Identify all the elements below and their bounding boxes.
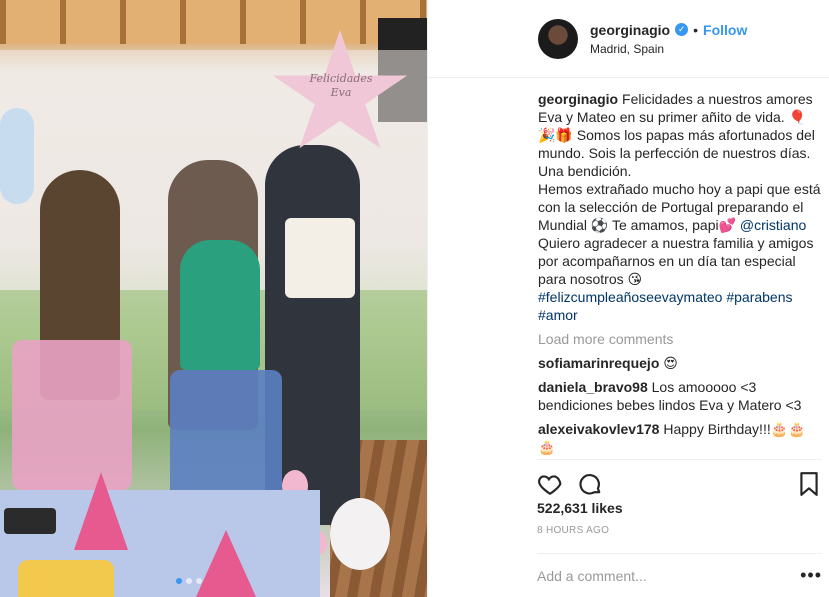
mention-link[interactable]: @cristiano (740, 217, 806, 233)
header-info: georginagio ✓ • Follow Madrid, Spain (590, 22, 747, 56)
photo-highchair (12, 340, 132, 490)
bookmark-icon[interactable] (796, 471, 822, 497)
hashtags[interactable]: #felizcumpleañoseevaymateo #parabens #am… (538, 288, 823, 324)
comments-list: georginagio Felicidades a nuestros amore… (538, 90, 823, 455)
follow-button[interactable]: Follow (703, 22, 747, 38)
comment: alexeivakovlev178 Happy Birthday!!!🎂🎂🎂 (538, 420, 823, 455)
photo-phone (4, 508, 56, 534)
bullet-separator: • (693, 21, 699, 38)
header-row: georginagio ✓ • Follow (590, 22, 747, 38)
balloon-text: Felicidades Eva (309, 72, 373, 100)
comment-username[interactable]: alexeivakovlev178 (538, 421, 659, 437)
post-timestamp: 8 HOURS AGO (537, 525, 610, 536)
action-bar (537, 459, 822, 499)
photo-top (285, 218, 355, 298)
likes-count[interactable]: 522,631 likes (537, 500, 623, 516)
username[interactable]: georginagio (590, 22, 670, 38)
photo-ceiling (0, 0, 427, 44)
caption: georginagio Felicidades a nuestros amore… (538, 90, 823, 324)
post-sidebar: georginagio ✓ • Follow Madrid, Spain geo… (427, 0, 829, 597)
load-more-comments-button[interactable]: Load more comments (538, 330, 823, 348)
caption-text: georginagio Felicidades a nuestros amore… (538, 90, 823, 126)
add-comment-bar: Add a comment... ••• (537, 553, 822, 597)
comment: daniela_bravo98 Los amooooo <3 bendicion… (538, 378, 823, 414)
carousel-dot[interactable] (186, 578, 192, 584)
photo-balloon (0, 108, 34, 204)
location-link[interactable]: Madrid, Spain (590, 42, 747, 56)
caption-username[interactable]: georginagio (538, 91, 618, 107)
heart-icon[interactable] (537, 471, 563, 497)
photo-boy (180, 240, 260, 370)
add-comment-input[interactable]: Add a comment... (537, 568, 647, 584)
caption-line: Quiero agradecer a nuestra familia y ami… (538, 235, 814, 287)
comment-icon[interactable] (577, 471, 603, 497)
carousel-dot[interactable] (196, 578, 202, 584)
carousel-dots[interactable] (176, 578, 202, 584)
post-header: georginagio ✓ • Follow Madrid, Spain (428, 0, 829, 78)
caption-line-with-mention: Hemos extrañado mucho hoy a papi que est… (538, 180, 823, 234)
caption-line: 🎉🎁 Somos los papas más afortunados del m… (538, 127, 815, 179)
comment-username[interactable]: sofiamarinrequejo (538, 355, 659, 371)
comment-text: 😍 (663, 355, 678, 371)
comment: sofiamarinrequejo 😍 (538, 354, 823, 372)
photo-balloon (330, 498, 390, 570)
verified-badge-icon: ✓ (675, 23, 689, 36)
photo-snacks (18, 560, 114, 597)
more-options-icon[interactable]: ••• (800, 565, 822, 586)
post-photo[interactable]: Felicidades Eva (0, 0, 427, 597)
avatar[interactable] (538, 18, 578, 59)
photo-highchair (170, 370, 282, 500)
carousel-dot[interactable] (176, 578, 182, 584)
comment-username[interactable]: daniela_bravo98 (538, 379, 648, 395)
